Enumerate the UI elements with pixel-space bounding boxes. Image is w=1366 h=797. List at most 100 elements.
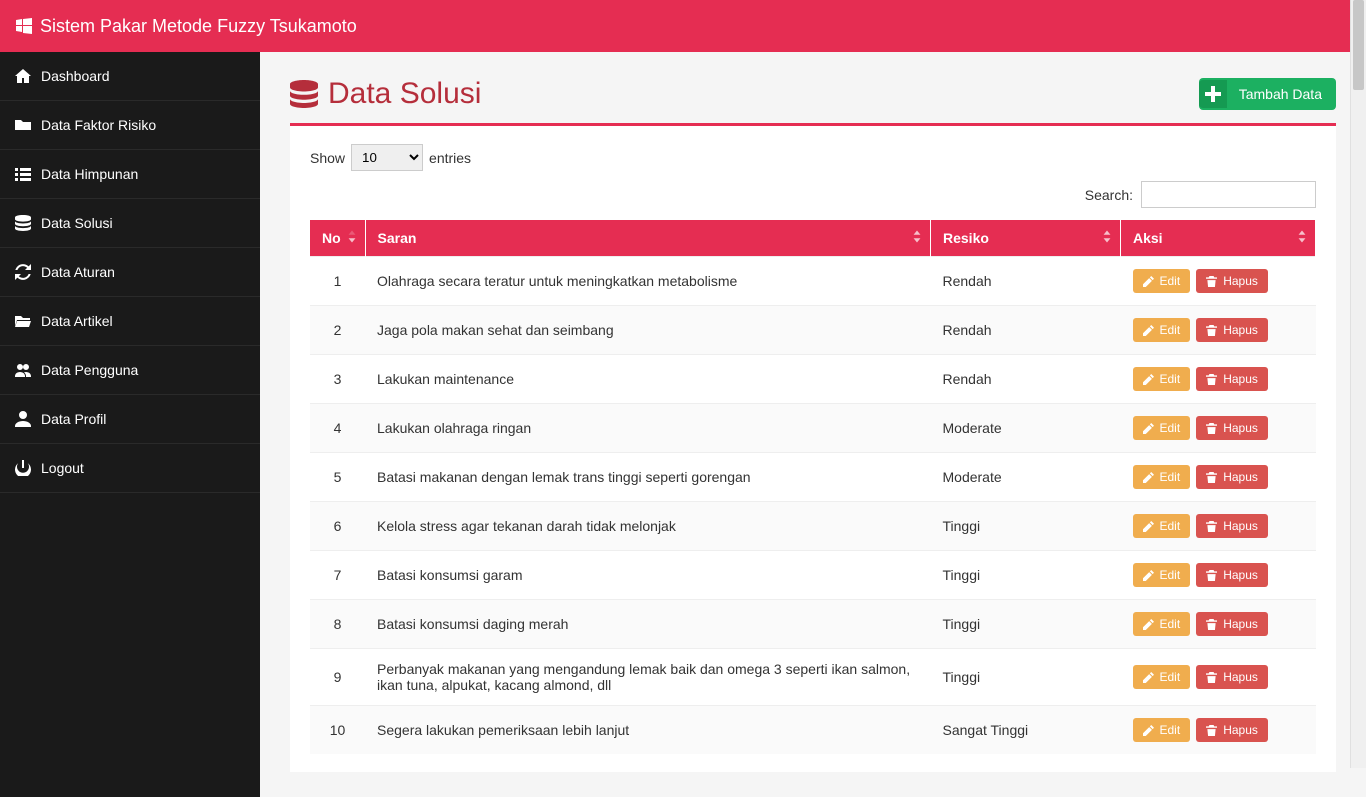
- edit-button[interactable]: Edit: [1133, 563, 1191, 587]
- sidebar-item-label: Logout: [41, 460, 84, 476]
- cell-no: 1: [310, 257, 365, 306]
- cell-saran: Segera lakukan pemeriksaan lebih lanjut: [365, 706, 931, 755]
- sidebar-item-data-himpunan[interactable]: Data Himpunan: [0, 150, 260, 199]
- sidebar-item-label: Data Profil: [41, 411, 106, 427]
- trash-icon: [1206, 570, 1217, 581]
- cell-no: 6: [310, 502, 365, 551]
- cell-resiko: Tinggi: [931, 551, 1121, 600]
- cell-saran: Olahraga secara teratur untuk meningkatk…: [365, 257, 931, 306]
- col-header-saran[interactable]: Saran: [365, 220, 931, 257]
- edit-button[interactable]: Edit: [1133, 514, 1191, 538]
- delete-button[interactable]: Hapus: [1196, 665, 1268, 689]
- edit-button[interactable]: Edit: [1133, 665, 1191, 689]
- page-title: Data Solusi: [290, 77, 481, 111]
- edit-button[interactable]: Edit: [1133, 416, 1191, 440]
- cell-saran: Perbanyak makanan yang mengandung lemak …: [365, 649, 931, 706]
- delete-button[interactable]: Hapus: [1196, 718, 1268, 742]
- sidebar-item-label: Data Solusi: [41, 215, 113, 231]
- sidebar-item-data-aturan[interactable]: Data Aturan: [0, 248, 260, 297]
- trash-icon: [1206, 325, 1217, 336]
- col-header-aksi[interactable]: Aksi: [1121, 220, 1316, 257]
- edit-button[interactable]: Edit: [1133, 367, 1191, 391]
- brand[interactable]: Sistem Pakar Metode Fuzzy Tsukamoto: [16, 16, 357, 37]
- sort-icon: [1102, 231, 1112, 243]
- sidebar-item-data-pengguna[interactable]: Data Pengguna: [0, 346, 260, 395]
- edit-icon: [1143, 472, 1154, 483]
- sidebar-item-data-artikel[interactable]: Data Artikel: [0, 297, 260, 346]
- search-input[interactable]: [1141, 181, 1316, 208]
- delete-button[interactable]: Hapus: [1196, 465, 1268, 489]
- cell-saran: Batasi konsumsi garam: [365, 551, 931, 600]
- database-icon: [15, 215, 31, 231]
- table-row: 3Lakukan maintenanceRendah Edit Hapus: [310, 355, 1316, 404]
- cell-no: 8: [310, 600, 365, 649]
- user-icon: [15, 411, 31, 427]
- trash-icon: [1206, 521, 1217, 532]
- sidebar-item-data-solusi[interactable]: Data Solusi: [0, 199, 260, 248]
- table-row: 9Perbanyak makanan yang mengandung lemak…: [310, 649, 1316, 706]
- cell-resiko: Sangat Tinggi: [931, 706, 1121, 755]
- delete-button[interactable]: Hapus: [1196, 416, 1268, 440]
- sidebar-item-data-profil[interactable]: Data Profil: [0, 395, 260, 444]
- col-header-resiko[interactable]: Resiko: [931, 220, 1121, 257]
- cell-saran: Batasi konsumsi daging merah: [365, 600, 931, 649]
- col-header-no[interactable]: No: [310, 220, 365, 257]
- cell-no: 7: [310, 551, 365, 600]
- windows-icon: [16, 18, 32, 34]
- cell-no: 9: [310, 649, 365, 706]
- delete-button[interactable]: Hapus: [1196, 269, 1268, 293]
- cell-no: 10: [310, 706, 365, 755]
- data-table: No Saran Resiko Aksi 1Olahraga secara te…: [310, 220, 1316, 754]
- sidebar-item-dashboard[interactable]: Dashboard: [0, 52, 260, 101]
- cell-resiko: Rendah: [931, 355, 1121, 404]
- table-row: 10Segera lakukan pemeriksaan lebih lanju…: [310, 706, 1316, 755]
- length-select[interactable]: 10: [351, 144, 423, 171]
- scrollbar-thumb[interactable]: [1353, 0, 1364, 90]
- folder-icon: [15, 117, 31, 133]
- scrollbar[interactable]: [1350, 0, 1366, 768]
- cell-saran: Kelola stress agar tekanan darah tidak m…: [365, 502, 931, 551]
- sidebar: Dashboard Data Faktor RisikoData Himpunan…: [0, 52, 260, 797]
- edit-button[interactable]: Edit: [1133, 269, 1191, 293]
- delete-button[interactable]: Hapus: [1196, 318, 1268, 342]
- home-icon: [15, 68, 31, 84]
- edit-icon: [1143, 570, 1154, 581]
- delete-button[interactable]: Hapus: [1196, 367, 1268, 391]
- power-icon: [15, 460, 31, 476]
- plus-icon: [1205, 86, 1221, 102]
- cell-resiko: Tinggi: [931, 502, 1121, 551]
- trash-icon: [1206, 276, 1217, 287]
- users-icon: [15, 362, 31, 378]
- sidebar-item-label: Data Artikel: [41, 313, 113, 329]
- delete-button[interactable]: Hapus: [1196, 563, 1268, 587]
- cell-resiko: Tinggi: [931, 600, 1121, 649]
- cell-resiko: Rendah: [931, 306, 1121, 355]
- edit-button[interactable]: Edit: [1133, 318, 1191, 342]
- edit-button[interactable]: Edit: [1133, 718, 1191, 742]
- table-row: 5Batasi makanan dengan lemak trans tingg…: [310, 453, 1316, 502]
- cell-saran: Jaga pola makan sehat dan seimbang: [365, 306, 931, 355]
- edit-icon: [1143, 325, 1154, 336]
- sidebar-item-label: Data Aturan: [41, 264, 115, 280]
- sidebar-item-logout[interactable]: Logout: [0, 444, 260, 493]
- delete-button[interactable]: Hapus: [1196, 514, 1268, 538]
- add-data-button[interactable]: Tambah Data: [1199, 78, 1336, 110]
- table-row: 8Batasi konsumsi daging merahTinggi Edit…: [310, 600, 1316, 649]
- delete-button[interactable]: Hapus: [1196, 612, 1268, 636]
- sidebar-item-label: Dashboard: [41, 68, 110, 84]
- main-content: Data Solusi Tambah Data Show 10 entries …: [260, 52, 1366, 797]
- cell-no: 4: [310, 404, 365, 453]
- brand-text: Sistem Pakar Metode Fuzzy Tsukamoto: [40, 16, 357, 37]
- cell-saran: Lakukan olahraga ringan: [365, 404, 931, 453]
- cell-saran: Lakukan maintenance: [365, 355, 931, 404]
- sidebar-item-data-faktor-risiko[interactable]: Data Faktor Risiko: [0, 101, 260, 150]
- search-label: Search:: [1085, 187, 1133, 203]
- edit-icon: [1143, 423, 1154, 434]
- cell-no: 3: [310, 355, 365, 404]
- table-row: 1Olahraga secara teratur untuk meningkat…: [310, 257, 1316, 306]
- trash-icon: [1206, 672, 1217, 683]
- trash-icon: [1206, 472, 1217, 483]
- edit-icon: [1143, 276, 1154, 287]
- edit-button[interactable]: Edit: [1133, 612, 1191, 636]
- edit-button[interactable]: Edit: [1133, 465, 1191, 489]
